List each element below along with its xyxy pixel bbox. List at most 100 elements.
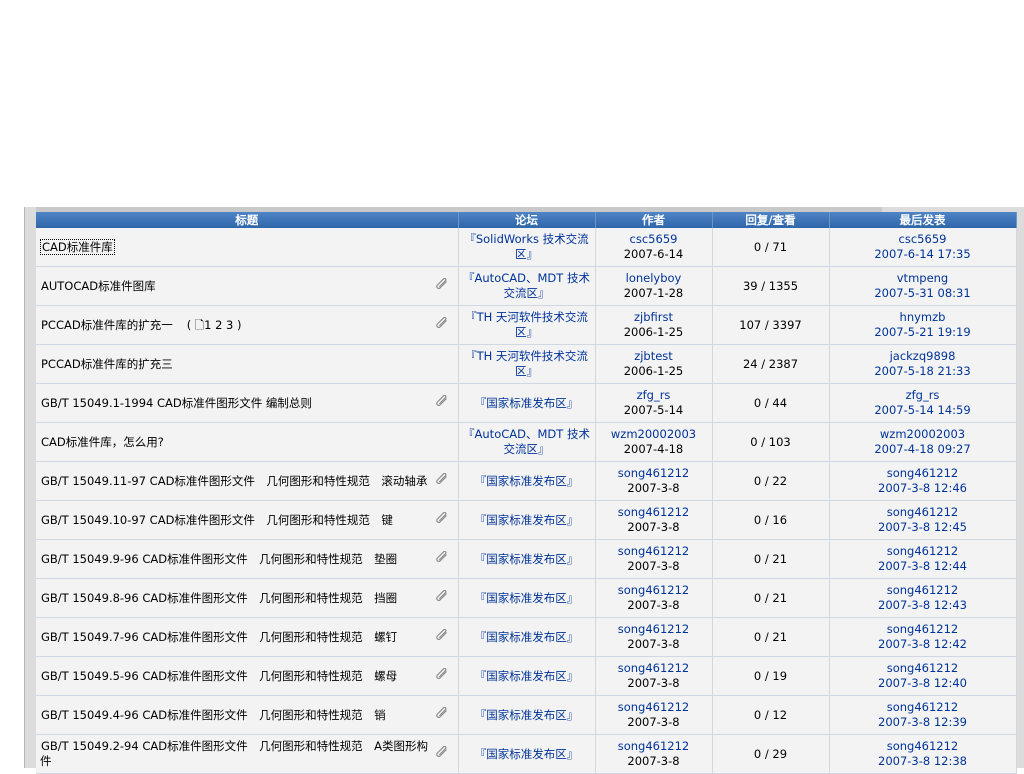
last-post-user[interactable]: song461212 [834,739,1012,754]
author-link[interactable]: song461212 [600,739,708,754]
thread-title-link[interactable]: GB/T 15049.11-97 CAD标准件图形文件 几何图形和特性规范 滚动… [40,474,427,488]
author-link[interactable]: zjbfirst [600,310,708,325]
title-cell: PCCAD标准件库的扩充一 ( 🗋1 2 3 ) [36,305,459,345]
last-post-time[interactable]: 2007-5-31 08:31 [834,286,1012,301]
thread-title-link[interactable]: CAD标准件库 [40,238,115,255]
forum-link[interactable]: 『AutoCAD、MDT 技术交流区』 [463,271,590,300]
last-post-time[interactable]: 2007-3-8 12:46 [834,481,1012,496]
last-post-user[interactable]: wzm20002003 [834,427,1012,442]
thread-title-link[interactable]: AUTOCAD标准件图库 [40,279,156,293]
author-cell: zjbtest 2006-1-25 [595,344,713,384]
last-post-user[interactable]: song461212 [834,544,1012,559]
thread-title-link[interactable]: GB/T 15049.8-96 CAD标准件图形文件 几何图形和特性规范 挡圈 [40,591,397,605]
col-author[interactable]: 作者 [595,212,713,228]
post-date: 2007-1-28 [623,286,684,300]
forum-link[interactable]: 『国家标准发布区』 [475,474,579,488]
forum-link[interactable]: 『TH 天河软件技术交流区』 [465,349,588,378]
last-post-user[interactable]: jackzq9898 [834,349,1012,364]
title-cell: GB/T 15049.9-96 CAD标准件图形文件 几何图形和特性规范 垫圈 [36,539,459,579]
last-post-time[interactable]: 2007-3-8 12:43 [834,598,1012,613]
last-post-time[interactable]: 2007-3-8 12:45 [834,520,1012,535]
last-post-time[interactable]: 2007-4-18 09:27 [834,442,1012,457]
thread-title-link[interactable]: GB/T 15049.2-94 CAD标准件图形文件 几何图形和特性规范 A类图… [40,739,428,768]
last-post-time[interactable]: 2007-5-18 21:33 [834,364,1012,379]
post-date: 2007-3-8 [627,520,680,534]
last-post-user[interactable]: hnymzb [834,310,1012,325]
forum-link[interactable]: 『国家标准发布区』 [475,708,579,722]
page-links[interactable]: ( 🗋1 2 3 ) [187,318,242,332]
last-post-time[interactable]: 2007-5-14 14:59 [834,403,1012,418]
author-link[interactable]: song461212 [600,583,708,598]
last-post-time[interactable]: 2007-3-8 12:42 [834,637,1012,652]
post-date: 2007-6-14 [623,247,684,261]
forum-cell: 『AutoCAD、MDT 技术交流区』 [458,266,596,306]
last-post-user[interactable]: song461212 [834,583,1012,598]
author-link[interactable]: song461212 [600,544,708,559]
last-post-time[interactable]: 2007-3-8 12:38 [834,754,1012,769]
forum-link[interactable]: 『国家标准发布区』 [475,747,579,761]
last-post-user[interactable]: song461212 [834,505,1012,520]
thread-title-link[interactable]: GB/T 15049.1-1994 CAD标准件图形文件 编制总则 [40,396,312,410]
last-post-time[interactable]: 2007-3-8 12:39 [834,715,1012,730]
forum-cell: 『国家标准发布区』 [458,695,596,735]
title-cell: GB/T 15049.11-97 CAD标准件图形文件 几何图形和特性规范 滚动… [36,461,459,501]
author-link[interactable]: song461212 [600,700,708,715]
forum-link[interactable]: 『国家标准发布区』 [475,669,579,683]
table-row: GB/T 15049.10-97 CAD标准件图形文件 几何图形和特性规范 键 『… [36,500,1017,540]
col-last-post[interactable]: 最后发表 [829,212,1017,228]
author-cell: song461212 2007-3-8 [595,461,713,501]
col-title[interactable]: 标题 [36,212,459,228]
post-date: 2007-3-8 [627,559,680,573]
author-link[interactable]: lonelyboy [600,271,708,286]
last-post-time[interactable]: 2007-6-14 17:35 [834,247,1012,262]
last-post-user[interactable]: song461212 [834,622,1012,637]
col-forum[interactable]: 论坛 [458,212,596,228]
thread-title-link[interactable]: GB/T 15049.7-96 CAD标准件图形文件 几何图形和特性规范 螺钉 [40,630,397,644]
author-link[interactable]: csc5659 [600,232,708,247]
forum-link[interactable]: 『国家标准发布区』 [475,513,579,527]
forum-link[interactable]: 『国家标准发布区』 [475,396,579,410]
last-post-time[interactable]: 2007-3-8 12:44 [834,559,1012,574]
last-post-cell: wzm20002003 2007-4-18 09:27 [829,422,1017,462]
author-link[interactable]: song461212 [600,661,708,676]
forum-link[interactable]: 『国家标准发布区』 [475,630,579,644]
paperclip-icon [435,316,454,334]
thread-title-link[interactable]: GB/T 15049.5-96 CAD标准件图形文件 几何图形和特性规范 螺母 [40,669,397,683]
paperclip-icon [435,745,454,763]
forum-link[interactable]: 『SolidWorks 技术交流区』 [464,232,588,261]
thread-title-link[interactable]: GB/T 15049.4-96 CAD标准件图形文件 几何图形和特性规范 销 [40,708,386,722]
last-post-user[interactable]: csc5659 [834,232,1012,247]
last-post-user[interactable]: zfg_rs [834,388,1012,403]
forum-link[interactable]: 『TH 天河软件技术交流区』 [465,310,588,339]
thread-title-link[interactable]: GB/T 15049.9-96 CAD标准件图形文件 几何图形和特性规范 垫圈 [40,552,397,566]
paperclip-icon [435,394,454,412]
last-post-user[interactable]: vtmpeng [834,271,1012,286]
forum-cell: 『国家标准发布区』 [458,500,596,540]
thread-title-link[interactable]: CAD标准件库，怎么用? [40,435,164,449]
thread-title-link[interactable]: PCCAD标准件库的扩充一 [40,318,173,332]
last-post-user[interactable]: song461212 [834,466,1012,481]
last-post-time[interactable]: 2007-5-21 19:19 [834,325,1012,340]
author-link[interactable]: zfg_rs [600,388,708,403]
author-link[interactable]: song461212 [600,622,708,637]
author-link[interactable]: song461212 [600,505,708,520]
table-row: PCCAD标准件库的扩充一 ( 🗋1 2 3 ) 『TH 天河软件技术交流区』 zjb… [36,305,1017,345]
author-cell: song461212 2007-3-8 [595,656,713,696]
author-link[interactable]: zjbtest [600,349,708,364]
last-post-time[interactable]: 2007-3-8 12:40 [834,676,1012,691]
author-link[interactable]: wzm20002003 [600,427,708,442]
last-post-user[interactable]: song461212 [834,661,1012,676]
table-row: GB/T 15049.8-96 CAD标准件图形文件 几何图形和特性规范 挡圈 『… [36,578,1017,618]
last-post-user[interactable]: song461212 [834,700,1012,715]
forum-link[interactable]: 『AutoCAD、MDT 技术交流区』 [463,427,590,456]
col-stats[interactable]: 回复/查看 [712,212,830,228]
forum-link[interactable]: 『国家标准发布区』 [475,552,579,566]
author-cell: song461212 2007-3-8 [595,500,713,540]
thread-title-link[interactable]: PCCAD标准件库的扩充三 [40,357,173,371]
post-date: 2007-3-8 [627,481,680,495]
forum-link[interactable]: 『国家标准发布区』 [475,591,579,605]
author-link[interactable]: song461212 [600,466,708,481]
thread-title-link[interactable]: GB/T 15049.10-97 CAD标准件图形文件 几何图形和特性规范 键 [40,513,393,527]
reply-view-count: 0 / 16 [712,500,830,540]
forum-cell: 『AutoCAD、MDT 技术交流区』 [458,422,596,462]
